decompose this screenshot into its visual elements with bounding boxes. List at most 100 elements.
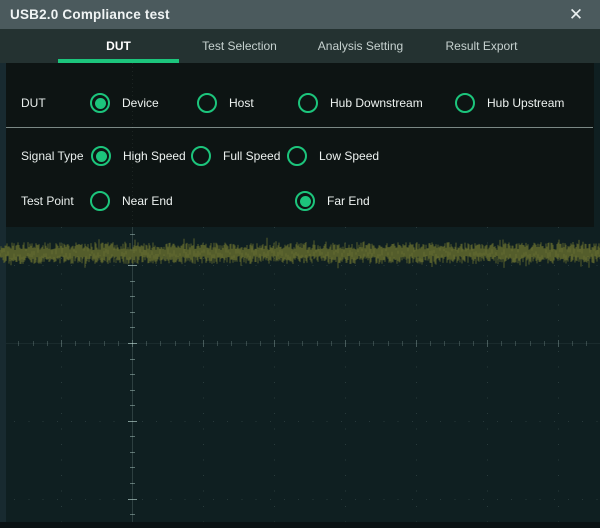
settings-panel: DUT Device Host Hub Downstream Hub Upstream S… bbox=[6, 63, 594, 227]
axis-tick bbox=[373, 341, 374, 346]
axis-tick bbox=[130, 405, 135, 406]
axis-tick bbox=[246, 341, 247, 346]
form-row-test-point: Test Point Near End Far End bbox=[6, 191, 594, 211]
radio-option-host[interactable]: Host bbox=[197, 93, 254, 113]
row-label: Test Point bbox=[21, 191, 74, 211]
radio-unselected-icon bbox=[298, 93, 318, 113]
row-separator bbox=[6, 127, 593, 128]
axis-tick bbox=[586, 341, 587, 346]
axis-tick bbox=[130, 374, 135, 375]
axis-tick bbox=[33, 341, 34, 346]
row-label: DUT bbox=[21, 93, 46, 113]
radio-option-full-speed[interactable]: Full Speed bbox=[191, 146, 280, 166]
axis-tick bbox=[175, 341, 176, 346]
axis-tick bbox=[388, 341, 389, 346]
axis-tick bbox=[487, 340, 488, 347]
screen-bottom-edge bbox=[0, 522, 600, 528]
axis-tick bbox=[345, 340, 346, 347]
axis-tick bbox=[501, 341, 502, 346]
tab-dut[interactable]: DUT bbox=[58, 29, 179, 63]
grid-division-column bbox=[61, 227, 62, 522]
radio-selected-icon bbox=[90, 93, 110, 113]
grid-division-column bbox=[558, 227, 559, 522]
radio-option-hub-upstream[interactable]: Hub Upstream bbox=[455, 93, 564, 113]
radio-option-device[interactable]: Device bbox=[90, 93, 159, 113]
radio-unselected-icon bbox=[191, 146, 211, 166]
radio-unselected-icon bbox=[455, 93, 475, 113]
axis-tick bbox=[359, 341, 360, 346]
axis-tick bbox=[459, 341, 460, 346]
axis-tick bbox=[416, 340, 417, 347]
axis-tick bbox=[331, 341, 332, 346]
axis-tick bbox=[130, 514, 135, 515]
axis-tick bbox=[515, 341, 516, 346]
axis-tick bbox=[130, 390, 135, 391]
axis-tick bbox=[317, 341, 318, 346]
tab-result-export[interactable]: Result Export bbox=[421, 29, 542, 63]
axis-tick bbox=[89, 341, 90, 346]
axis-tick bbox=[128, 265, 137, 266]
tab-analysis-setting[interactable]: Analysis Setting bbox=[300, 29, 421, 63]
tab-bar: DUTTest SelectionAnalysis SettingResult … bbox=[0, 29, 600, 63]
oscilloscope-screen: USB2.0 Compliance test ✕ DUTTest Selecti… bbox=[0, 0, 600, 528]
radio-option-low-speed[interactable]: Low Speed bbox=[287, 146, 379, 166]
radio-selected-icon bbox=[295, 191, 315, 211]
tab-test-selection[interactable]: Test Selection bbox=[179, 29, 300, 63]
axis-tick bbox=[128, 499, 137, 500]
axis-tick bbox=[203, 340, 204, 347]
radio-option-hub-downstream[interactable]: Hub Downstream bbox=[298, 93, 423, 113]
axis-tick bbox=[402, 341, 403, 346]
axis-tick bbox=[75, 341, 76, 346]
axis-tick bbox=[160, 341, 161, 346]
radio-option-label: High Speed bbox=[123, 149, 186, 163]
axis-tick bbox=[274, 340, 275, 347]
grid-division-column bbox=[345, 227, 346, 522]
axis-tick bbox=[130, 234, 135, 235]
axis-tick bbox=[473, 341, 474, 346]
radio-option-label: Far End bbox=[327, 194, 370, 208]
axis-tick bbox=[217, 341, 218, 346]
radio-option-near-end[interactable]: Near End bbox=[90, 191, 173, 211]
dialog-title: USB2.0 Compliance test bbox=[10, 7, 170, 22]
grid-division-column bbox=[416, 227, 417, 522]
grid-division-column bbox=[274, 227, 275, 522]
row-label: Signal Type bbox=[21, 146, 84, 166]
grid-division-column bbox=[487, 227, 488, 522]
axis-tick bbox=[146, 341, 147, 346]
axis-tick bbox=[189, 341, 190, 346]
radio-option-label: Low Speed bbox=[319, 149, 379, 163]
axis-tick bbox=[132, 340, 133, 347]
axis-tick bbox=[130, 483, 135, 484]
form-row-signal-type: Signal Type High Speed Full Speed Low Speed bbox=[6, 146, 594, 166]
axis-tick bbox=[130, 250, 135, 251]
axis-tick bbox=[130, 359, 135, 360]
form-row-dut: DUT Device Host Hub Downstream Hub Upstream bbox=[6, 93, 594, 113]
axis-tick bbox=[130, 452, 135, 453]
axis-tick bbox=[130, 281, 135, 282]
axis-tick bbox=[18, 341, 19, 346]
radio-option-label: Full Speed bbox=[223, 149, 280, 163]
axis-tick bbox=[104, 341, 105, 346]
close-icon: ✕ bbox=[569, 5, 583, 25]
axis-tick bbox=[130, 327, 135, 328]
radio-option-high-speed[interactable]: High Speed bbox=[91, 146, 186, 166]
grid-division-row bbox=[0, 499, 600, 500]
close-button[interactable]: ✕ bbox=[556, 0, 596, 29]
axis-tick bbox=[130, 296, 135, 297]
radio-unselected-icon bbox=[287, 146, 307, 166]
radio-unselected-icon bbox=[90, 191, 110, 211]
axis-tick bbox=[430, 341, 431, 346]
axis-tick bbox=[572, 341, 573, 346]
radio-option-label: Hub Downstream bbox=[330, 96, 423, 110]
axis-tick bbox=[47, 341, 48, 346]
axis-tick bbox=[544, 341, 545, 346]
radio-option-label: Host bbox=[229, 96, 254, 110]
radio-option-label: Near End bbox=[122, 194, 173, 208]
axis-tick bbox=[530, 341, 531, 346]
axis-tick bbox=[302, 341, 303, 346]
axis-tick bbox=[231, 341, 232, 346]
axis-tick bbox=[130, 467, 135, 468]
radio-unselected-icon bbox=[197, 93, 217, 113]
axis-tick bbox=[130, 436, 135, 437]
radio-option-far-end[interactable]: Far End bbox=[295, 191, 370, 211]
